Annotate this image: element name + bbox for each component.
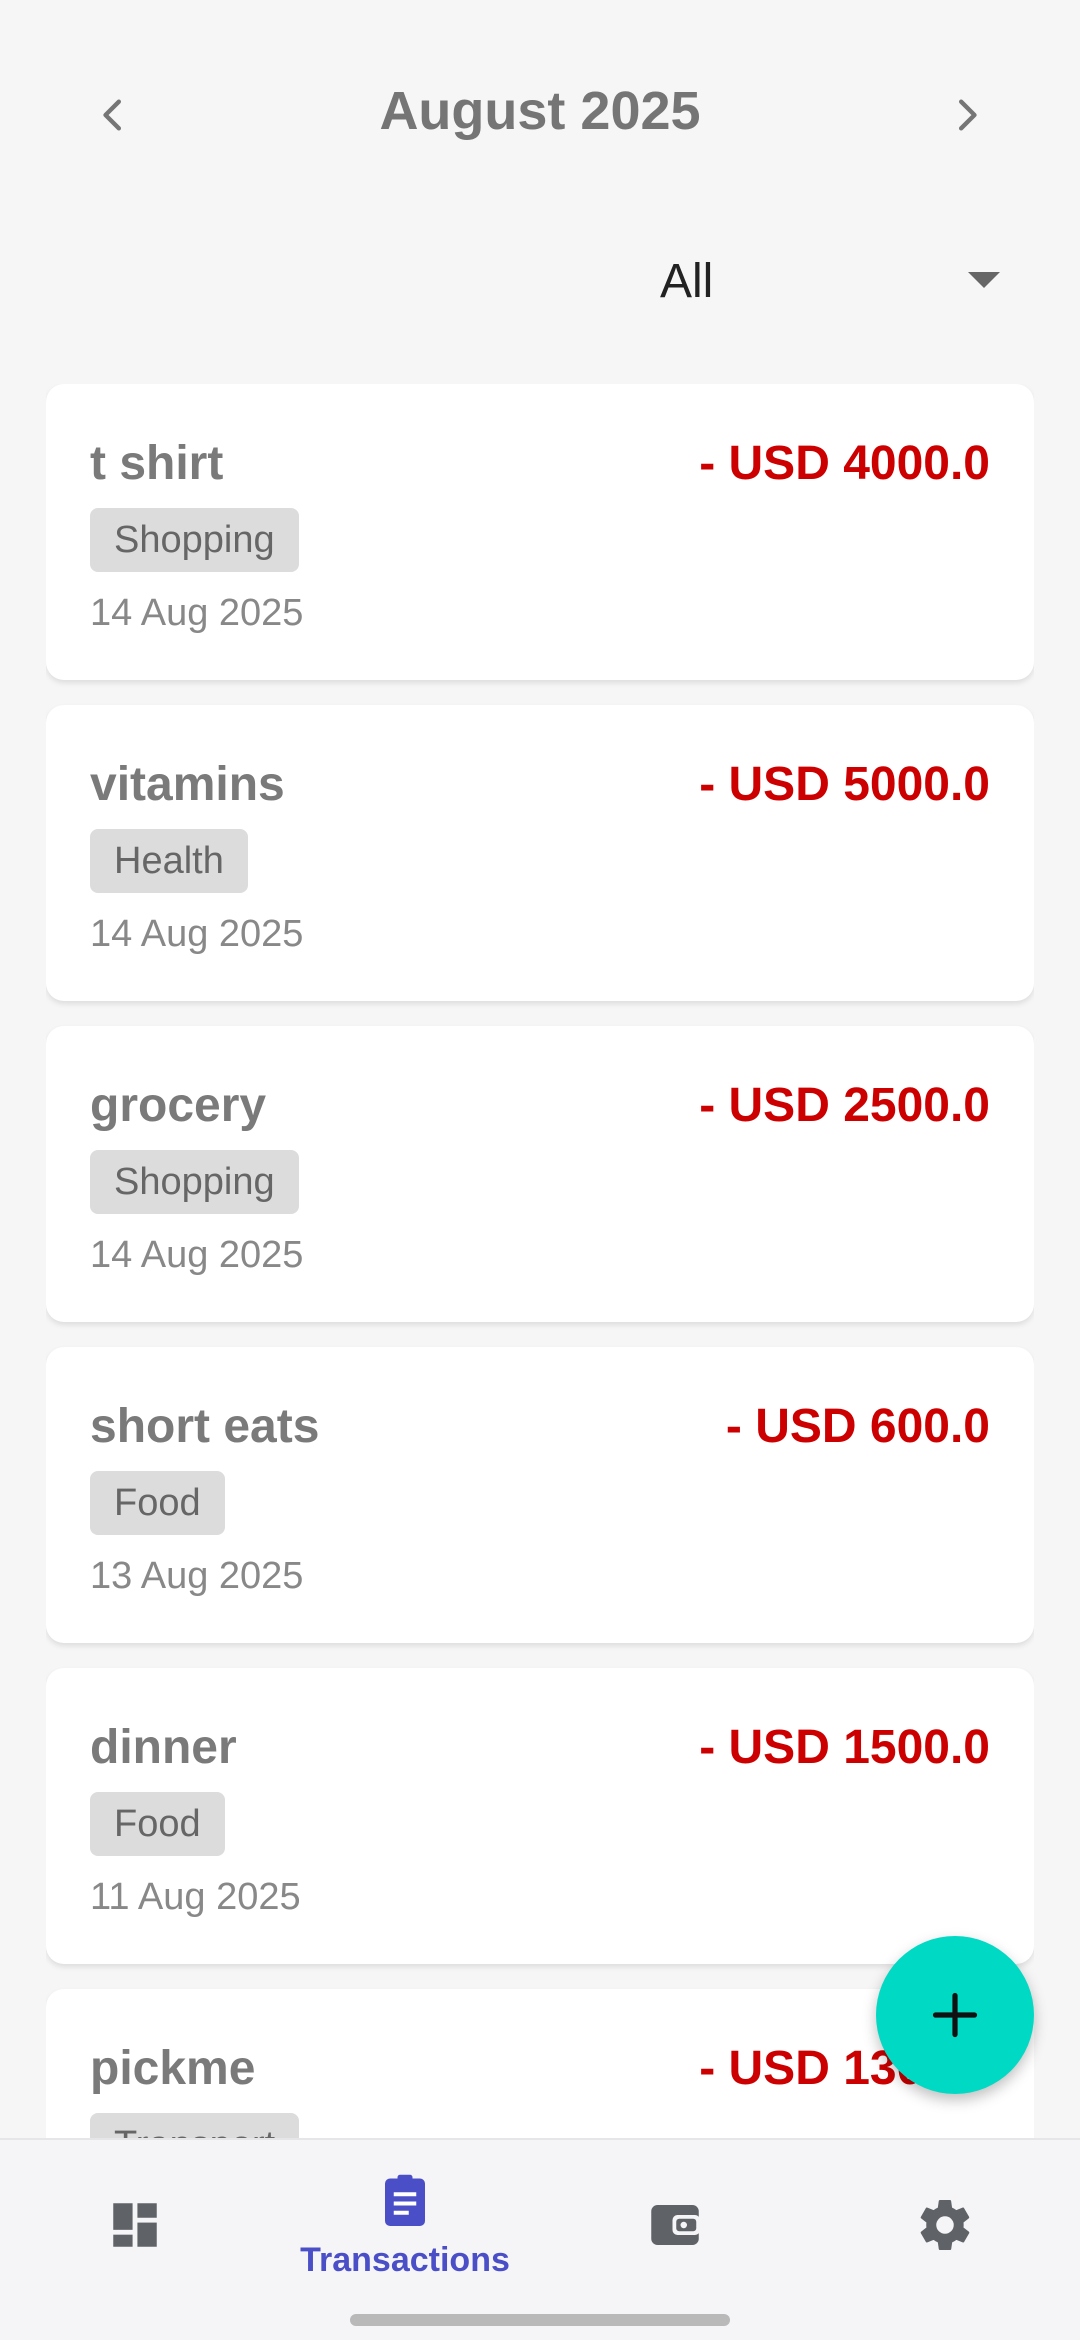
month-title: August 2025 [379, 81, 701, 141]
transaction-title: t shirt [90, 437, 224, 490]
transaction-card[interactable]: vitamins - USD 5000.0 Health 14 Aug 2025 [46, 705, 1034, 1001]
transaction-date: 14 Aug 2025 [90, 913, 304, 955]
category-chip: Shopping [90, 1150, 299, 1214]
month-header: August 2025 [0, 60, 1080, 170]
category-chip: Shopping [90, 508, 299, 572]
transaction-date: 14 Aug 2025 [90, 592, 304, 634]
transaction-title: short eats [90, 1400, 320, 1453]
dashboard-icon [113, 2203, 157, 2247]
bottom-navigation: Transactions [0, 2138, 1080, 2340]
nav-settings[interactable] [810, 2140, 1080, 2310]
wallet-icon [651, 2205, 700, 2245]
filter-selected-value: All [660, 255, 714, 308]
caret-down-icon [968, 272, 1000, 288]
transaction-list[interactable]: t shirt - USD 4000.0 Shopping 14 Aug 202… [46, 384, 1034, 2138]
transaction-title: vitamins [90, 758, 285, 811]
transaction-amount: - USD 600.0 [725, 1400, 990, 1453]
nav-transactions[interactable]: Transactions [270, 2140, 540, 2310]
nav-transactions-label: Transactions [300, 2240, 510, 2279]
home-indicator[interactable] [350, 2314, 730, 2326]
clipboard-icon [385, 2174, 425, 2226]
transaction-title: grocery [90, 1079, 267, 1132]
transaction-amount: - USD 2500.0 [699, 1079, 990, 1132]
transactions-screen: August 2025 All t shirt - USD 4000.0 Sho… [0, 0, 1080, 2340]
transaction-amount: - USD 1500.0 [699, 1721, 990, 1774]
transaction-date: 11 Aug 2025 [90, 1876, 301, 1918]
transaction-title: dinner [90, 1721, 237, 1774]
plus-icon [932, 1992, 978, 2038]
gear-icon [920, 2200, 970, 2251]
category-chip: Transport [90, 2113, 300, 2138]
transaction-date: 13 Aug 2025 [90, 1555, 304, 1597]
category-chip: Food [90, 1792, 225, 1856]
transaction-amount: - USD 4000.0 [699, 437, 990, 490]
category-chip: Health [90, 829, 248, 893]
transaction-title: pickme [90, 2042, 256, 2095]
transaction-card[interactable]: t shirt - USD 4000.0 Shopping 14 Aug 202… [46, 384, 1034, 680]
category-chip: Food [90, 1471, 225, 1535]
transaction-card[interactable]: dinner - USD 1500.0 Food 11 Aug 2025 [46, 1668, 1034, 1964]
chevron-right-icon [959, 99, 977, 131]
category-filter-dropdown[interactable]: All [660, 240, 1000, 330]
transaction-card[interactable]: grocery - USD 2500.0 Shopping 14 Aug 202… [46, 1026, 1034, 1322]
transaction-card[interactable]: short eats - USD 600.0 Food 13 Aug 2025 [46, 1347, 1034, 1643]
add-transaction-button[interactable] [876, 1936, 1034, 2094]
nav-wallet[interactable] [540, 2140, 810, 2310]
transaction-amount: - USD 5000.0 [699, 758, 990, 811]
nav-dashboard[interactable] [0, 2140, 270, 2310]
next-month-button[interactable] [934, 82, 1000, 148]
transaction-date: 14 Aug 2025 [90, 1234, 304, 1276]
